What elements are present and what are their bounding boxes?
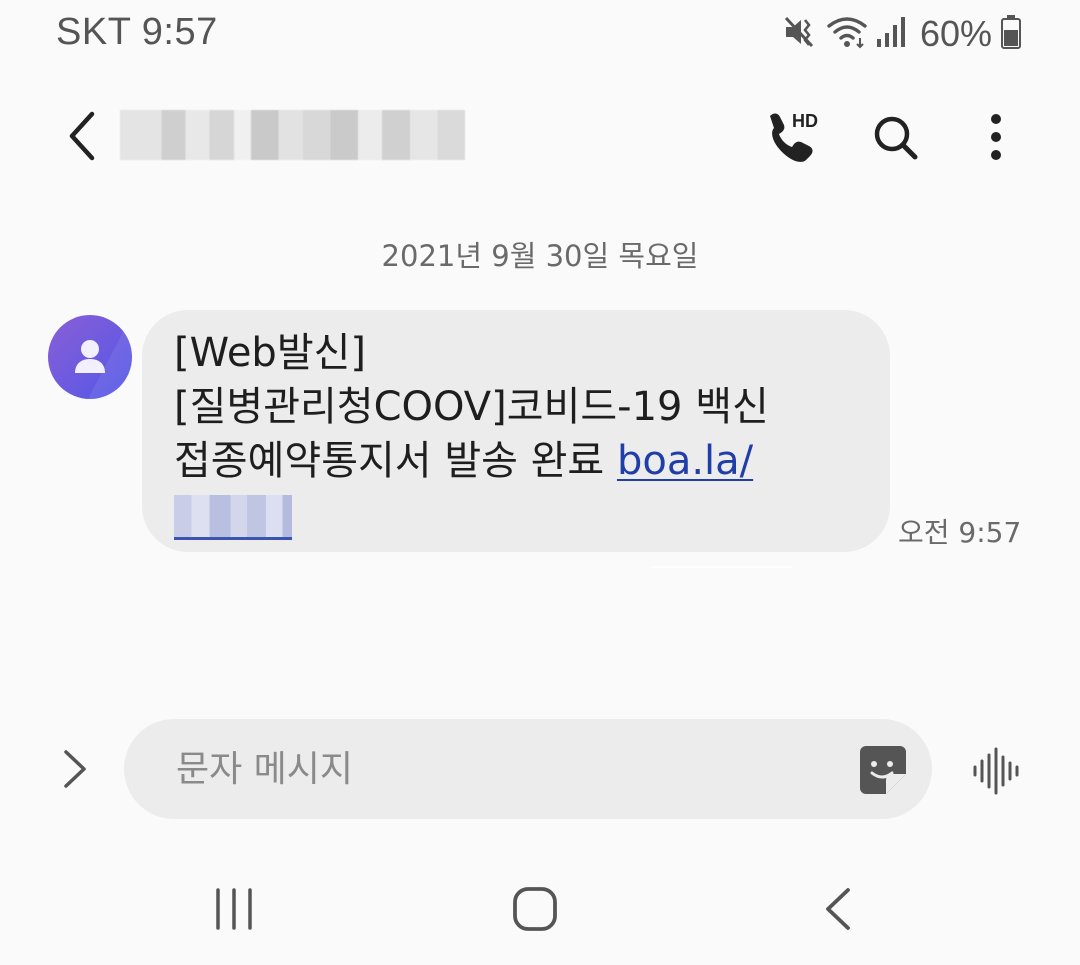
battery-percent: 60% <box>919 13 992 54</box>
home-button[interactable] <box>510 884 560 934</box>
message-line: 접종예약통지서 발송 완료 boa.la/ <box>174 434 874 488</box>
message-link-redacted[interactable] <box>174 495 292 540</box>
more-icon <box>991 114 1001 160</box>
status-bar-right: 60% <box>782 12 1022 56</box>
sticker-icon <box>860 746 906 794</box>
back-arrow-icon <box>69 111 95 161</box>
avatar[interactable] <box>48 315 132 399</box>
hd-call-icon: HD <box>770 111 818 162</box>
message-line: [질병관리청COOV]코비드-19 백신 <box>174 384 769 430</box>
message-timestamp: 오전 9:57 <box>898 516 1022 549</box>
expand-button[interactable] <box>50 744 100 794</box>
person-icon <box>75 315 132 399</box>
wifi-icon <box>826 14 868 54</box>
recents-icon <box>216 888 252 930</box>
status-bar-left: SKT 9:57 <box>56 10 218 54</box>
divider <box>652 566 792 568</box>
sticker-button[interactable] <box>856 744 910 798</box>
signal-icon <box>876 15 908 53</box>
message-link[interactable]: boa.la/ <box>617 438 753 484</box>
contact-name-redacted[interactable] <box>120 110 465 160</box>
recents-button[interactable] <box>210 886 260 932</box>
expand-icon <box>64 750 86 788</box>
carrier-label: SKT <box>56 11 131 53</box>
message-text: [Web발신] [질병관리청COOV]코비드-19 백신 접종예약통지서 발송 … <box>174 326 874 542</box>
hd-badge: HD <box>792 111 818 131</box>
message-line <box>174 488 874 542</box>
voice-input-button[interactable] <box>970 746 1026 796</box>
search-icon <box>874 116 918 160</box>
voice-input-icon <box>973 747 1019 795</box>
mute-icon <box>782 14 818 54</box>
back-button[interactable] <box>54 106 114 166</box>
nav-back-icon <box>826 888 850 930</box>
status-time: 9:57 <box>141 11 218 53</box>
search-button[interactable] <box>866 108 926 168</box>
message-line: [Web발신] <box>174 330 367 376</box>
message-input[interactable] <box>176 740 836 798</box>
message-line-text: 접종예약통지서 발송 완료 <box>174 438 617 484</box>
nav-back-button[interactable] <box>818 884 858 934</box>
home-icon <box>513 887 557 931</box>
battery-icon <box>1000 14 1022 54</box>
hd-call-button[interactable]: HD <box>760 106 824 166</box>
date-separator: 2021년 9월 30일 목요일 <box>381 239 699 273</box>
more-options-button[interactable] <box>968 108 1024 168</box>
